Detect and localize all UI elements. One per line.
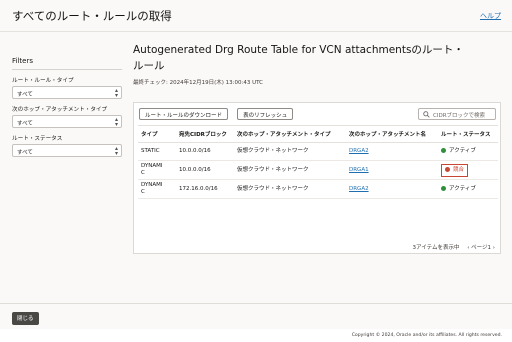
cell-type-line2: C <box>141 170 145 176</box>
item-count-text: 3アイテムを表示中 <box>412 245 460 251</box>
cell-type: STATIC <box>138 142 176 161</box>
table-header-row: タイプ 宛先CIDRブロック 次のホップ・アタッチメント・タイプ 次のホップ・ア… <box>138 125 498 143</box>
attachment-link[interactable]: DRGA2 <box>349 148 369 154</box>
filter-status-label: ルート・ステータス <box>12 136 63 142</box>
filter-route-type-select[interactable]: すべて ▴ ▾ <box>12 86 122 99</box>
col-hop-type: 次のホップ・アタッチメント・タイプ <box>234 125 346 143</box>
last-check-text: 最終チェック: 2024年12月19日(木) 13:00:43 UTC <box>133 80 263 86</box>
next-page-icon[interactable]: › <box>493 245 495 251</box>
cell-type: DYNAMI C <box>138 179 176 199</box>
table-row: DYNAMI C 172.16.0.0/16 仮想クラウド・ネットワーク DRGA… <box>138 179 498 199</box>
pagination: 3アイテムを表示中 ‹ ページ1 › <box>413 243 496 251</box>
status-conflict-badge: 競合 <box>441 163 469 177</box>
cell-type-line1: DYNAMI <box>141 182 163 188</box>
filters-title: Filters <box>12 57 122 70</box>
content-area: Filters ルート・ルール・タイプ すべて ▴ ▾ 次のホップ・アタッチメント… <box>0 32 512 303</box>
page-header: すべてのルート・ルールの取得 ヘルプ <box>0 0 512 32</box>
cell-type-line2: C <box>141 189 145 195</box>
status-text: アクティブ <box>449 185 476 192</box>
cidr-search-placeholder: CIDRブロックで検索 <box>433 113 486 119</box>
page-indicator: ページ1 <box>471 245 492 251</box>
route-table-title-line2: ルール <box>133 60 165 72</box>
col-dest-cidr: 宛先CIDRブロック <box>176 125 234 143</box>
cell-status: 競合 <box>438 160 498 180</box>
route-rules-table: タイプ 宛先CIDRブロック 次のホップ・アタッチメント・タイプ 次のホップ・ア… <box>138 125 498 199</box>
filter-status-value: すべて <box>17 150 33 156</box>
cell-hop-name: DRGA2 <box>346 142 438 161</box>
select-arrows-icon: ▴ ▾ <box>114 145 118 157</box>
table-row: STATIC 10.0.0.0/16 仮想クラウド・ネットワーク DRGA2 ア… <box>138 142 498 161</box>
copyright-text: Copyright © 2024, Oracle and/or its affi… <box>0 329 512 342</box>
cell-hop-type: 仮想クラウド・ネットワーク <box>234 160 346 180</box>
select-arrows-icon: ▴ ▾ <box>114 87 118 99</box>
refresh-table-button[interactable]: 表のリフレッシュ <box>237 108 294 120</box>
cell-status: アクティブ <box>438 179 498 199</box>
cell-hop-name: DRGA2 <box>346 179 438 199</box>
cell-type-line1: DYNAMI <box>141 163 163 169</box>
col-hop-name: 次のホップ・アタッチメント名 <box>346 125 438 143</box>
status-text: アクティブ <box>449 148 476 154</box>
filter-hop-type-select[interactable]: すべて ▴ ▾ <box>12 115 122 128</box>
route-table-title: Autogenerated Drg Route Table for VCN at… <box>133 42 501 74</box>
page-title: すべてのルート・ルールの取得 <box>12 9 172 23</box>
help-link[interactable]: ヘルプ <box>480 11 501 21</box>
cell-hop-name: DRGA1 <box>346 160 438 180</box>
close-button[interactable]: 閉じる <box>12 312 39 325</box>
attachment-link[interactable]: DRGA2 <box>349 186 369 192</box>
dialog-footer: 閉じる <box>0 303 512 329</box>
cell-hop-type: 仮想クラウド・ネットワーク <box>234 142 346 161</box>
filters-panel: Filters ルート・ルール・タイプ すべて ▴ ▾ 次のホップ・アタッチメント… <box>12 57 122 157</box>
status-active-dot <box>441 148 446 153</box>
cidr-search-input[interactable]: CIDRブロックで検索 <box>418 108 496 120</box>
select-arrows-icon: ▴ ▾ <box>114 116 118 128</box>
rules-panel: ルート・ルールのダウンロード 表のリフレッシュ CIDRブロックで検索 タイプ … <box>133 102 501 254</box>
filter-status-select[interactable]: すべて ▴ ▾ <box>12 144 122 157</box>
main-header: Autogenerated Drg Route Table for VCN at… <box>133 42 501 86</box>
cell-cidr: 172.16.0.0/16 <box>176 179 234 199</box>
prev-page-icon[interactable]: ‹ <box>467 245 469 251</box>
cell-cidr: 10.0.0.0/16 <box>176 160 234 180</box>
col-status: ルート・ステータス <box>438 125 498 143</box>
col-type: タイプ <box>138 125 176 143</box>
cell-type: DYNAMI C <box>138 160 176 180</box>
status-active-dot <box>441 185 446 191</box>
filter-route-type-value: すべて <box>17 92 33 98</box>
filter-hop-type-label: 次のホップ・アタッチメント・タイプ <box>12 107 108 113</box>
filter-route-type-label: ルート・ルール・タイプ <box>12 78 74 84</box>
cell-status: アクティブ <box>438 142 498 161</box>
search-icon <box>423 111 430 118</box>
download-rules-button[interactable]: ルート・ルールのダウンロード <box>139 108 229 120</box>
cell-hop-type: 仮想クラウド・ネットワーク <box>234 179 346 199</box>
route-table-title-line1: Autogenerated Drg Route Table for VCN at… <box>133 44 464 56</box>
status-conflict-dot <box>445 166 450 172</box>
attachment-link[interactable]: DRGA1 <box>349 167 369 173</box>
table-row: DYNAMI C 10.0.0.0/16 仮想クラウド・ネットワーク DRGA1 … <box>138 160 498 180</box>
status-text: 競合 <box>453 166 465 173</box>
cell-cidr: 10.0.0.0/16 <box>176 142 234 161</box>
filter-hop-type-value: すべて <box>17 121 33 127</box>
